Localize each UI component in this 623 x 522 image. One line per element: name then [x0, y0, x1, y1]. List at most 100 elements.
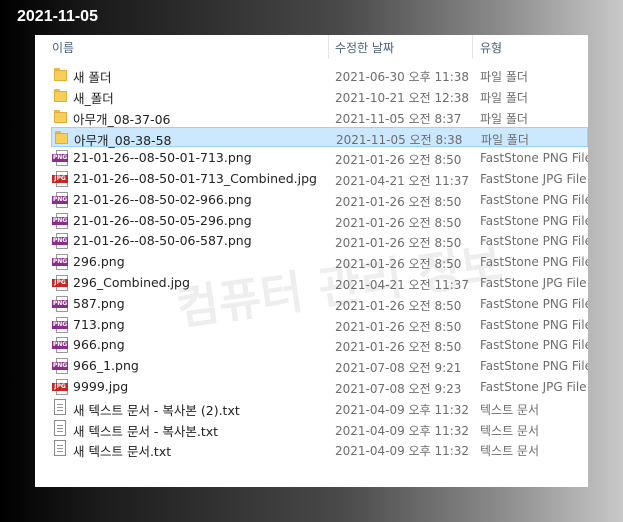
- file-row[interactable]: PNG 21-01-26--08-50-06-587.png 2021-01-26 …: [51, 231, 588, 251]
- file-row[interactable]: JPG 9999.jpg 2021-07-08 오전 9:23 FastStone J…: [51, 377, 588, 397]
- png-file-icon: PNG: [52, 212, 68, 229]
- column-header-date[interactable]: 수정한 날짜: [335, 39, 394, 56]
- file-type: 파일 폴더: [481, 133, 529, 148]
- file-type: FastStone PNG File: [480, 234, 588, 249]
- png-file-icon: PNG: [52, 191, 68, 208]
- file-name: 966_1.png: [73, 358, 139, 374]
- file-name: 새 텍스트 문서 - 복사본.txt: [73, 423, 219, 439]
- file-row[interactable]: 새 텍스트 문서.txt 2021-04-09 오후 11:32 텍스트 문서: [51, 439, 588, 459]
- column-header-bar: ^ 이름 수정한 날짜 유형: [35, 35, 588, 59]
- file-date: 2021-04-09 오후 11:32: [335, 423, 470, 438]
- file-name: 9999.jpg: [73, 378, 129, 394]
- file-date: 2021-01-26 오전 8:50: [335, 153, 462, 168]
- file-date: 2021-11-05 오전 8:37: [335, 111, 462, 126]
- file-date: 2021-06-30 오후 11:38: [335, 70, 470, 84]
- file-row[interactable]: PNG 713.png 2021-01-26 오전 8:50 FastStone PN…: [51, 315, 588, 335]
- text-file-icon: [54, 440, 66, 457]
- folder-icon: [54, 68, 67, 81]
- file-row[interactable]: JPG 21-01-26--08-50-01-713_Combined.jpg 20…: [51, 169, 588, 189]
- png-file-icon: PNG: [52, 358, 68, 375]
- file-type: FastStone JPG File: [480, 275, 587, 290]
- file-date: 2021-04-21 오전 11:37: [335, 277, 470, 292]
- png-file-icon: PNG: [52, 295, 68, 312]
- file-row[interactable]: PNG 587.png 2021-01-26 오전 8:50 FastStone PN…: [51, 294, 588, 314]
- file-name: 21-01-26--08-50-02-966.png: [73, 191, 252, 207]
- file-name: 새 텍스트 문서 - 복사본 (2).txt: [73, 402, 240, 418]
- column-header-name[interactable]: 이름: [52, 39, 74, 56]
- file-date: 2021-07-08 오전 9:23: [335, 381, 462, 396]
- file-type: FastStone PNG File: [480, 317, 588, 332]
- folder-icon: [54, 109, 67, 123]
- sort-up-icon: ^: [183, 35, 191, 42]
- jpg-file-icon: JPG: [52, 274, 68, 291]
- text-file-icon: [54, 419, 66, 436]
- file-list-panel: ^ 이름 수정한 날짜 유형 새 폴더 2021-06-30 오후 11:38 파일…: [35, 35, 588, 487]
- file-date: 2021-01-26 오전 8:50: [335, 236, 462, 251]
- file-row[interactable]: 새_폴더 2021-10-21 오전 12:38 파일 폴더: [51, 86, 588, 106]
- file-type: 텍스트 문서: [480, 402, 540, 417]
- file-date: 2021-04-21 오전 11:37: [335, 173, 470, 188]
- file-name: 21-01-26--08-50-01-713.png: [73, 150, 252, 166]
- text-file-icon: [54, 398, 66, 415]
- file-row[interactable]: PNG 21-01-26--08-50-01-713.png 2021-01-26 …: [51, 148, 588, 168]
- file-name: 966.png: [73, 337, 125, 353]
- file-date: 2021-04-09 오후 11:32: [335, 402, 470, 417]
- file-row[interactable]: PNG 966_1.png 2021-07-08 오전 9:21 FastStone …: [51, 356, 588, 376]
- file-name: 21-01-26--08-50-05-296.png: [73, 212, 252, 228]
- png-file-icon: PNG: [52, 150, 68, 167]
- file-row[interactable]: 새 텍스트 문서 - 복사본 (2).txt 2021-04-09 오후 11:3…: [51, 398, 588, 418]
- file-date: 2021-11-05 오전 8:38: [336, 133, 463, 148]
- file-name: 아무개_08-38-58: [74, 133, 172, 149]
- file-date: 2021-07-08 오전 9:21: [335, 361, 462, 376]
- file-name: 21-01-26--08-50-01-713_Combined.jpg: [73, 170, 317, 186]
- file-type: FastStone PNG File: [480, 359, 588, 374]
- file-type: FastStone PNG File: [480, 213, 588, 228]
- column-divider[interactable]: [328, 35, 329, 59]
- file-date: 2021-01-26 오전 8:50: [335, 257, 462, 272]
- file-type: 파일 폴더: [480, 90, 528, 105]
- png-file-icon: PNG: [52, 316, 68, 333]
- file-name: 713.png: [73, 316, 125, 332]
- file-date: 2021-10-21 오전 12:38: [335, 90, 470, 105]
- file-row[interactable]: 아무개_08-38-58 2021-11-05 오전 8:38 파일 폴더: [51, 127, 588, 149]
- file-row[interactable]: 새 폴더 2021-06-30 오후 11:38 파일 폴더: [51, 65, 588, 85]
- jpg-file-icon: JPG: [52, 170, 68, 187]
- file-type: FastStone PNG File: [480, 296, 588, 311]
- column-header-type[interactable]: 유형: [480, 39, 502, 56]
- file-date: 2021-01-26 오전 8:50: [335, 319, 462, 334]
- file-type: FastStone JPG File: [480, 171, 587, 186]
- file-type: 텍스트 문서: [480, 423, 540, 438]
- png-file-icon: PNG: [52, 254, 68, 271]
- date-label: 2021-11-05: [17, 8, 98, 25]
- file-row[interactable]: PNG 296.png 2021-01-26 오전 8:50 FastStone PN…: [51, 252, 588, 272]
- file-type: 파일 폴더: [480, 70, 528, 84]
- file-row[interactable]: 새 텍스트 문서 - 복사본.txt 2021-04-09 오후 11:32 텍스트…: [51, 419, 588, 439]
- column-divider[interactable]: [472, 35, 473, 59]
- file-name: 296_Combined.jpg: [73, 274, 190, 290]
- folder-icon: [55, 131, 68, 145]
- file-name: 아무개_08-37-06: [73, 111, 171, 127]
- file-date: 2021-01-26 오전 8:50: [335, 340, 462, 355]
- file-name: 새 텍스트 문서.txt: [73, 444, 172, 460]
- file-row[interactable]: 아무개_08-37-06 2021-11-05 오전 8:37 파일 폴더: [51, 107, 588, 127]
- png-file-icon: PNG: [52, 233, 68, 250]
- folder-icon: [54, 88, 67, 102]
- file-name: 21-01-26--08-50-06-587.png: [73, 233, 252, 249]
- file-row[interactable]: PNG 966.png 2021-01-26 오전 8:50 FastStone PN…: [51, 335, 588, 355]
- file-row[interactable]: PNG 21-01-26--08-50-02-966.png 2021-01-26 …: [51, 190, 588, 210]
- png-file-icon: PNG: [52, 337, 68, 354]
- file-date: 2021-01-26 오전 8:50: [335, 215, 462, 230]
- file-name: 296.png: [73, 254, 125, 270]
- file-row[interactable]: PNG 21-01-26--08-50-05-296.png 2021-01-26 …: [51, 211, 588, 231]
- file-list: 새 폴더 2021-06-30 오후 11:38 파일 폴더 새_폴더 2021-10-…: [51, 65, 588, 460]
- file-type: FastStone JPG File: [480, 379, 587, 394]
- file-date: 2021-01-26 오전 8:50: [335, 194, 462, 209]
- file-type: FastStone PNG File: [480, 151, 588, 166]
- file-name: 587.png: [73, 295, 125, 311]
- jpg-file-icon: JPG: [52, 378, 68, 395]
- file-row[interactable]: JPG 296_Combined.jpg 2021-04-21 오전 11:37 Fa…: [51, 273, 588, 293]
- file-type: FastStone PNG File: [480, 338, 588, 353]
- file-type: FastStone PNG File: [480, 255, 588, 270]
- file-date: 2021-01-26 오전 8:50: [335, 298, 462, 313]
- file-type: FastStone PNG File: [480, 192, 588, 207]
